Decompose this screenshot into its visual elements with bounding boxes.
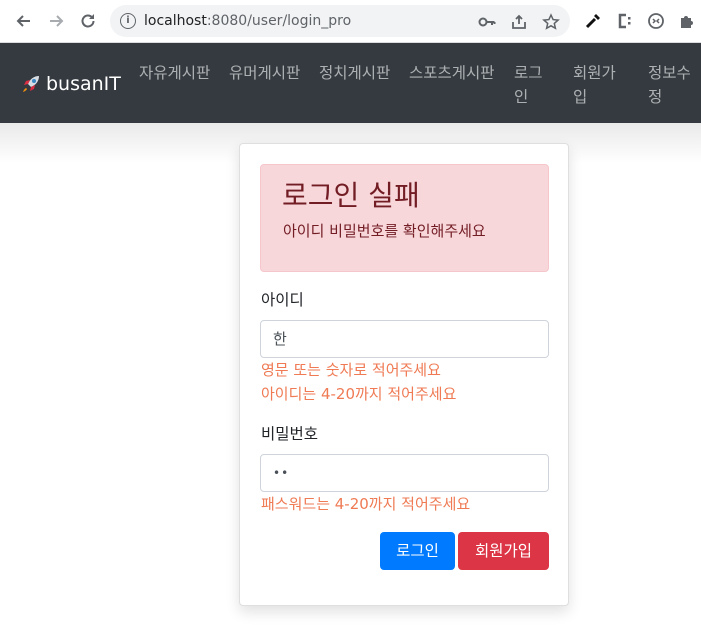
id-error-length: 아이디는 4-20까지 적어주세요 <box>261 385 457 403</box>
password-error: 패스워드는 4-20까지 적어주세요 <box>261 495 471 513</box>
nav-item-edit-info[interactable]: 정보수정 <box>648 61 701 109</box>
browser-toolbar: i localhost:8080/user/login_pro <box>0 0 701 43</box>
extension-circle-icon[interactable] <box>646 11 666 31</box>
site-navbar: busanIT 자유게시판 유머게시판 정치게시판 스포츠게시판 로그인 회원가… <box>0 43 701 123</box>
nav-item-sports-board[interactable]: 스포츠게시판 <box>409 61 497 85</box>
id-error-format: 영문 또는 숫자로 적어주세요 <box>261 361 441 379</box>
arrow-right-icon[interactable] <box>46 11 66 31</box>
id-input[interactable]: 한 <box>260 320 549 358</box>
join-button[interactable]: 회원가입 <box>458 532 549 570</box>
reload-icon[interactable] <box>78 11 98 31</box>
id-label: 아이디 <box>261 291 304 309</box>
arrow-left-icon[interactable] <box>14 11 34 31</box>
rocket-icon <box>23 76 39 92</box>
share-icon[interactable] <box>510 13 528 31</box>
brand-text: busanIT <box>46 73 121 95</box>
puzzle-icon[interactable] <box>677 11 697 31</box>
star-icon[interactable] <box>542 13 560 31</box>
alert-title: 로그인 실패 <box>282 179 420 212</box>
eyedropper-icon[interactable] <box>583 11 603 31</box>
alert-message: 아이디 비밀번호를 확인해주세요 <box>283 222 486 240</box>
address-bar[interactable]: i localhost:8080/user/login_pro <box>110 5 570 37</box>
password-label: 비밀번호 <box>261 425 319 443</box>
nav-item-politics-board[interactable]: 정치게시판 <box>319 61 391 85</box>
nav-item-free-board[interactable]: 자유게시판 <box>139 61 211 85</box>
login-card: 로그인 실패 아이디 비밀번호를 확인해주세요 아이디 한 영문 또는 숫자로 … <box>239 143 569 606</box>
nav-item-login[interactable]: 로그인 <box>514 61 554 109</box>
login-fail-alert: 로그인 실패 아이디 비밀번호를 확인해주세요 <box>260 164 549 272</box>
nav-item-humor-board[interactable]: 유머게시판 <box>229 61 301 85</box>
brand-link[interactable]: busanIT <box>20 72 121 96</box>
extension-c-icon[interactable] <box>614 11 634 31</box>
key-icon[interactable] <box>478 13 496 31</box>
site-info-icon[interactable]: i <box>120 13 136 29</box>
login-button[interactable]: 로그인 <box>380 532 455 570</box>
nav-item-join[interactable]: 회원가입 <box>573 61 629 109</box>
url-text: localhost:8080/user/login_pro <box>144 13 352 29</box>
password-input[interactable]: •• <box>260 454 549 492</box>
